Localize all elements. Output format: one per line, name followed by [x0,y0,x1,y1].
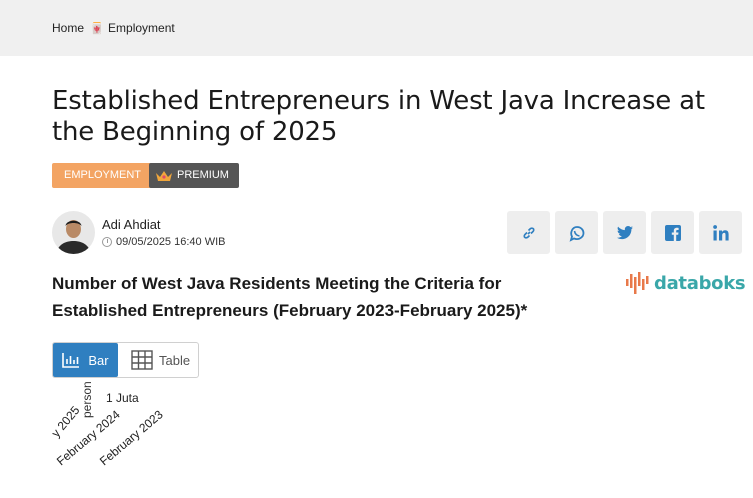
databoks-logo-icon [626,272,649,294]
crown-icon [156,170,172,181]
databoks-logo: databoks [625,271,746,295]
breadcrumb-home[interactable]: Home [52,21,84,35]
tab-table-label: Table [159,352,191,368]
whatsapp-icon [569,225,584,242]
copy-link-button[interactable] [507,211,550,254]
publish-date-text: 09/05/2025 16:40 WIB [116,236,226,248]
chart-view-toggle: Bar Table [52,342,199,378]
facebook-icon [664,224,681,241]
link-icon [522,226,535,239]
tab-bar-label: Bar [88,352,109,368]
breadcrumb-employment[interactable]: Employment [108,21,175,35]
share-whatsapp-button[interactable] [555,211,598,254]
category-badge-employment[interactable]: Employment [52,163,154,188]
premium-badge: PREMIUM [149,163,239,188]
clock-icon [102,237,112,247]
share-facebook-button[interactable] [651,211,694,254]
databoks-logo-text: databoks [654,272,746,294]
table-icon [131,350,153,370]
breadcrumb-separator-icon: 🀄 [90,21,104,35]
bar-chart: person 1 Juta y 2025 February 2024 Febru… [49,381,166,468]
x-tick-label-2025: y 2025 [49,403,83,440]
chart-axis-value-label: 1 Juta [106,391,139,405]
share-linkedin-button[interactable] [699,211,742,254]
publish-date: 09/05/2025 16:40 WIB [102,236,225,248]
top-bar: Home 🀄 Employment [0,0,753,56]
bar-chart-icon [62,353,80,368]
article-title: Established Entrepreneurs in West Java I… [52,86,705,147]
tab-table-view[interactable]: Table [131,343,190,377]
premium-badge-label: PREMIUM [177,169,229,181]
author-name[interactable]: Adi Ahdiat [102,217,161,232]
share-twitter-button[interactable] [603,211,646,254]
linkedin-icon [712,224,729,240]
tab-bar-view[interactable]: Bar [53,343,118,377]
twitter-icon [616,225,633,239]
breadcrumb: Home 🀄 Employment [52,21,175,35]
author-avatar[interactable] [52,211,95,254]
chart-title: Number of West Java Residents Meeting th… [52,274,528,320]
